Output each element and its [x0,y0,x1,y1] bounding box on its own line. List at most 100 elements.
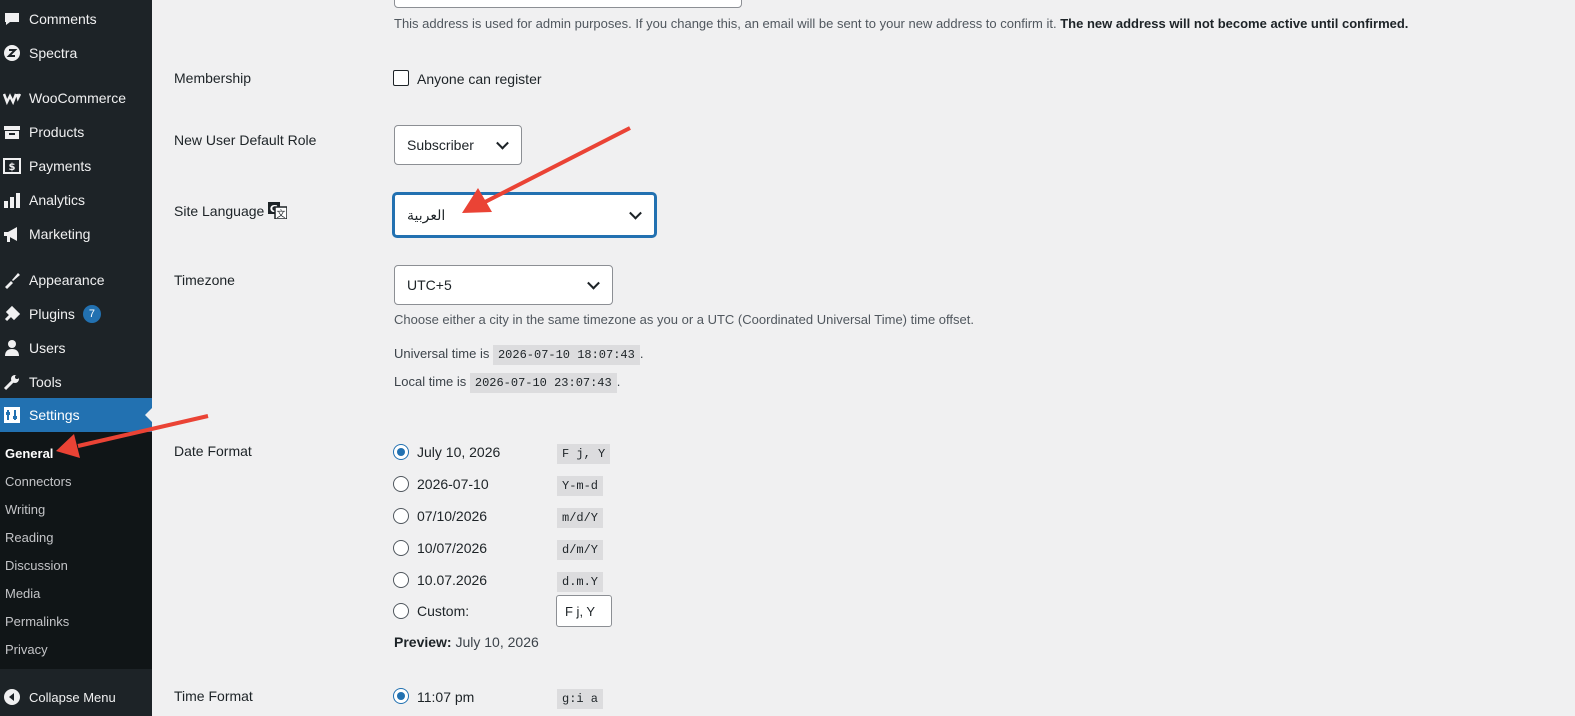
settings-submenu: General Connectors Writing Reading Discu… [0,432,152,669]
menu-label: Appearance [29,272,105,288]
anyone-can-register-checkbox[interactable] [393,70,409,86]
submenu-item-discussion[interactable]: Discussion [5,558,68,573]
menu-item-products[interactable]: Products [0,115,152,149]
active-indicator [145,407,153,423]
date-format-option-label[interactable]: 07/10/2026 [417,508,487,524]
menu-label: Users [29,340,66,356]
time-format-label: Time Format [174,688,253,704]
menu-item-marketing[interactable]: Marketing [0,217,152,251]
menu-label: Settings [29,407,80,423]
date-format-option-label[interactable]: 10.07.2026 [417,572,487,588]
products-icon [3,123,21,141]
menu-item-woocommerce[interactable]: WooCommerce [0,81,152,115]
date-format-label: Date Format [174,443,252,459]
menu-label: Payments [29,158,92,174]
menu-label: Marketing [29,226,91,242]
date-format-custom-input[interactable]: F j, Y [556,595,612,627]
date-format-radio[interactable] [393,508,409,524]
date-format-code: m/d/Y [557,508,604,528]
local-time-value: 2026-07-10 23:07:43 [469,373,617,393]
submenu-item-reading[interactable]: Reading [5,530,53,545]
svg-text:文: 文 [277,208,286,219]
appearance-icon [3,271,21,289]
date-format-custom-label[interactable]: Custom: [417,603,469,619]
admin-sidebar: Comments Spectra WooCommerce Products $ … [0,0,153,716]
marketing-icon [3,225,21,243]
email-description-text: This address is used for admin purposes.… [394,16,1057,31]
time-format-radio[interactable] [393,688,409,704]
users-icon [3,339,21,357]
date-format-code: F j, Y [557,444,611,464]
submenu-item-privacy[interactable]: Privacy [5,642,48,657]
date-format-option-label[interactable]: 2026-07-10 [417,476,489,492]
menu-label: Plugins [29,306,75,322]
date-format-radio[interactable] [393,476,409,492]
chevron-down-icon [496,136,509,150]
spectra-icon [3,44,21,62]
anyone-can-register-label[interactable]: Anyone can register [417,71,542,87]
universal-time-label: Universal time is [394,346,490,361]
menu-item-analytics[interactable]: Analytics [0,183,152,217]
universal-time-value: 2026-07-10 18:07:43 [492,345,640,365]
universal-time-row: Universal time is 2026-07-10 18:07:43. [394,345,644,365]
date-format-radio[interactable] [393,572,409,588]
date-format-code: Y-m-d [557,476,604,496]
date-format-radio[interactable] [393,540,409,556]
date-preview: Preview: July 10, 2026 [394,634,539,650]
menu-item-settings[interactable]: Settings [0,398,153,432]
site-language-label-row: Site Language G文 [174,202,288,219]
chevron-down-icon [629,206,642,220]
menu-item-tools[interactable]: Tools [0,365,152,399]
menu-item-users[interactable]: Users [0,331,152,365]
woocommerce-icon [3,89,21,107]
admin-email-input[interactable] [394,0,742,8]
menu-item-comments[interactable]: Comments [0,2,152,36]
date-format-radio[interactable] [393,444,409,460]
time-format-code: g:i a [557,689,604,709]
date-preview-label: Preview: [394,634,452,650]
chevron-down-icon [587,276,600,290]
time-format-option-label[interactable]: 11:07 pm [417,689,474,705]
timezone-select[interactable]: UTC+5 [394,265,613,305]
translation-icon: G文 [268,202,288,219]
collapse-label: Collapse Menu [29,689,116,705]
scrollbar[interactable] [1565,0,1575,716]
timezone-value: UTC+5 [407,277,452,293]
menu-label: Tools [29,374,62,390]
menu-item-plugins[interactable]: Plugins 7 [0,297,152,331]
site-language-value: العربية [407,206,446,223]
submenu-item-general[interactable]: General [5,446,53,461]
date-format-code: d/m/Y [557,540,604,560]
local-time-period: . [616,374,621,389]
membership-label: Membership [174,70,252,86]
date-format-option-label[interactable]: July 10, 2026 [417,444,500,460]
default-role-select[interactable]: Subscriber [394,125,522,165]
email-description-bold: The new address will not become active u… [1060,16,1409,31]
submenu-item-connectors[interactable]: Connectors [5,474,71,489]
annotation-arrows [56,126,631,458]
menu-item-spectra[interactable]: Spectra [0,36,152,70]
timezone-label: Timezone [174,272,235,288]
menu-item-appearance[interactable]: Appearance [0,263,152,297]
collapse-icon [3,688,21,706]
default-role-label: New User Default Role [174,132,317,148]
universal-time-period: . [639,346,644,361]
timezone-description: Choose either a city in the same timezon… [394,312,974,327]
date-preview-value: July 10, 2026 [455,634,539,650]
tools-icon [3,373,21,391]
menu-item-payments[interactable]: $ Payments [0,149,152,183]
site-language-label: Site Language [174,202,265,219]
date-format-custom-radio[interactable] [393,603,409,619]
settings-icon [3,406,21,424]
menu-label: WooCommerce [29,90,126,106]
site-language-select[interactable]: العربية [393,193,656,237]
comments-icon [3,10,21,28]
svg-text:$: $ [9,162,16,173]
default-role-value: Subscriber [407,137,474,153]
submenu-item-permalinks[interactable]: Permalinks [5,614,69,629]
submenu-item-writing[interactable]: Writing [5,502,45,517]
date-format-option-label[interactable]: 10/07/2026 [417,540,487,556]
collapse-menu-button[interactable]: Collapse Menu [0,680,152,714]
submenu-item-media[interactable]: Media [5,586,40,601]
menu-label: Spectra [29,45,78,61]
